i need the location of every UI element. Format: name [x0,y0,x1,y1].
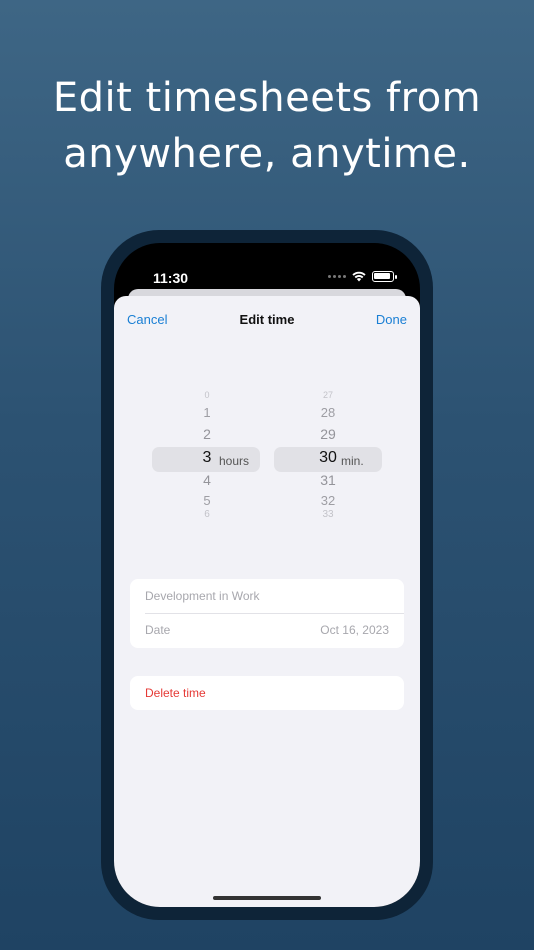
delete-card: Delete time [130,676,404,710]
status-indicators [328,271,397,282]
hours-option[interactable]: 4 [167,472,247,488]
project-label: Development in Work [145,589,260,603]
home-indicator [213,896,321,900]
headline-line-1: Edit timesheets from [52,75,482,121]
hours-option[interactable]: 1 [167,405,247,420]
hours-option[interactable]: 6 [167,509,247,520]
minutes-option[interactable]: 27 [288,390,368,400]
status-time: 11:30 [153,270,189,286]
navigation-bar: Cancel Edit time Done [114,296,420,340]
hours-option[interactable]: 0 [167,390,247,400]
battery-icon [372,271,397,282]
phone-frame: 11:30 Cancel Edit time Done 0123456 hour… [101,230,433,920]
project-row[interactable]: Development in Work [130,579,404,613]
details-card: Development in Work Date Oct 16, 2023 [130,579,404,648]
date-value: Oct 16, 2023 [320,623,389,637]
minutes-option[interactable]: 28 [288,405,368,420]
nav-title: Edit time [239,312,295,327]
done-button[interactable]: Done [376,312,407,327]
date-label: Date [145,623,171,637]
minutes-option[interactable]: 31 [288,472,368,488]
delete-time-button[interactable]: Delete time [145,686,206,700]
date-row[interactable]: Date Oct 16, 2023 [130,613,404,647]
minutes-option[interactable]: 32 [288,493,368,508]
headline: Edit timesheets from anywhere, anytime. [0,70,534,182]
hours-option[interactable]: 2 [167,426,247,442]
duration-picker: 0123456 hours 27 28 29 30 31 32 33 min. [114,390,420,530]
hours-unit-label: hours [219,454,250,468]
wifi-icon [352,271,366,282]
minutes-unit-label: min. [341,454,364,468]
signal-icon [328,275,346,278]
headline-line-2: anywhere, anytime. [63,131,471,177]
minutes-option[interactable]: 29 [288,426,368,442]
edit-time-sheet: Cancel Edit time Done 0123456 hours 27 28… [114,296,420,907]
hours-option[interactable]: 5 [167,493,247,508]
minutes-option[interactable]: 33 [288,509,368,520]
phone-screen: 11:30 Cancel Edit time Done 0123456 hour… [114,243,420,907]
